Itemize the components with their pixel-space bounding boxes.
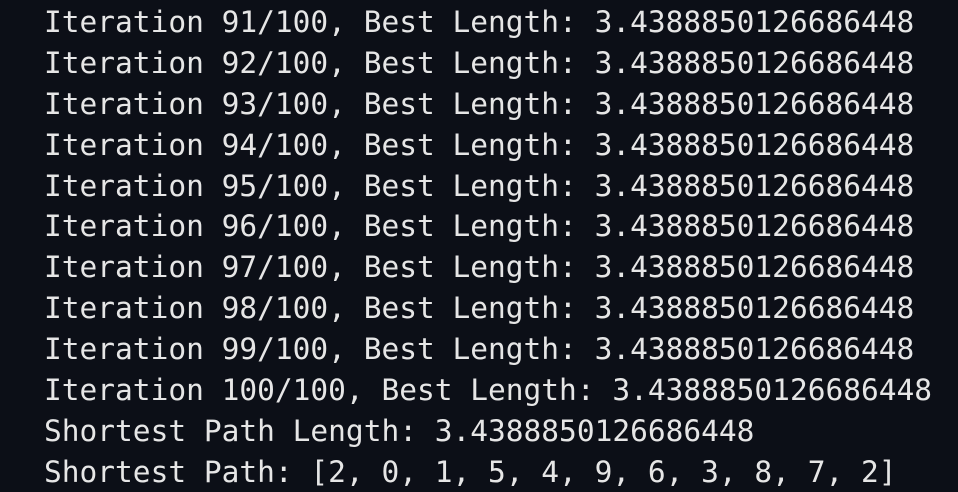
log-line-iteration-91: Iteration 91/100, Best Length: 3.4388850… — [44, 5, 915, 39]
log-line-iteration-92: Iteration 92/100, Best Length: 3.4388850… — [44, 45, 915, 80]
shortest-path-length-line: Shortest Path Length: 3.4388850126686448 — [44, 413, 755, 448]
log-line-iteration-96: Iteration 96/100, Best Length: 3.4388850… — [44, 209, 915, 244]
log-line-iteration-95: Iteration 95/100, Best Length: 3.4388850… — [44, 168, 915, 203]
log-line-iteration-99: Iteration 99/100, Best Length: 3.4388850… — [44, 332, 915, 367]
log-line-iteration-97: Iteration 97/100, Best Length: 3.4388850… — [44, 250, 915, 285]
shortest-path-line: Shortest Path: [2, 0, 1, 5, 4, 9, 6, 3, … — [44, 454, 897, 489]
log-line-iteration-98: Iteration 98/100, Best Length: 3.4388850… — [44, 291, 915, 326]
log-line-iteration-94: Iteration 94/100, Best Length: 3.4388850… — [44, 127, 915, 162]
terminal-output: Iteration 91/100, Best Length: 3.4388850… — [0, 0, 958, 492]
log-line-iteration-93: Iteration 93/100, Best Length: 3.4388850… — [44, 86, 915, 121]
log-line-iteration-100: Iteration 100/100, Best Length: 3.438885… — [44, 373, 933, 408]
